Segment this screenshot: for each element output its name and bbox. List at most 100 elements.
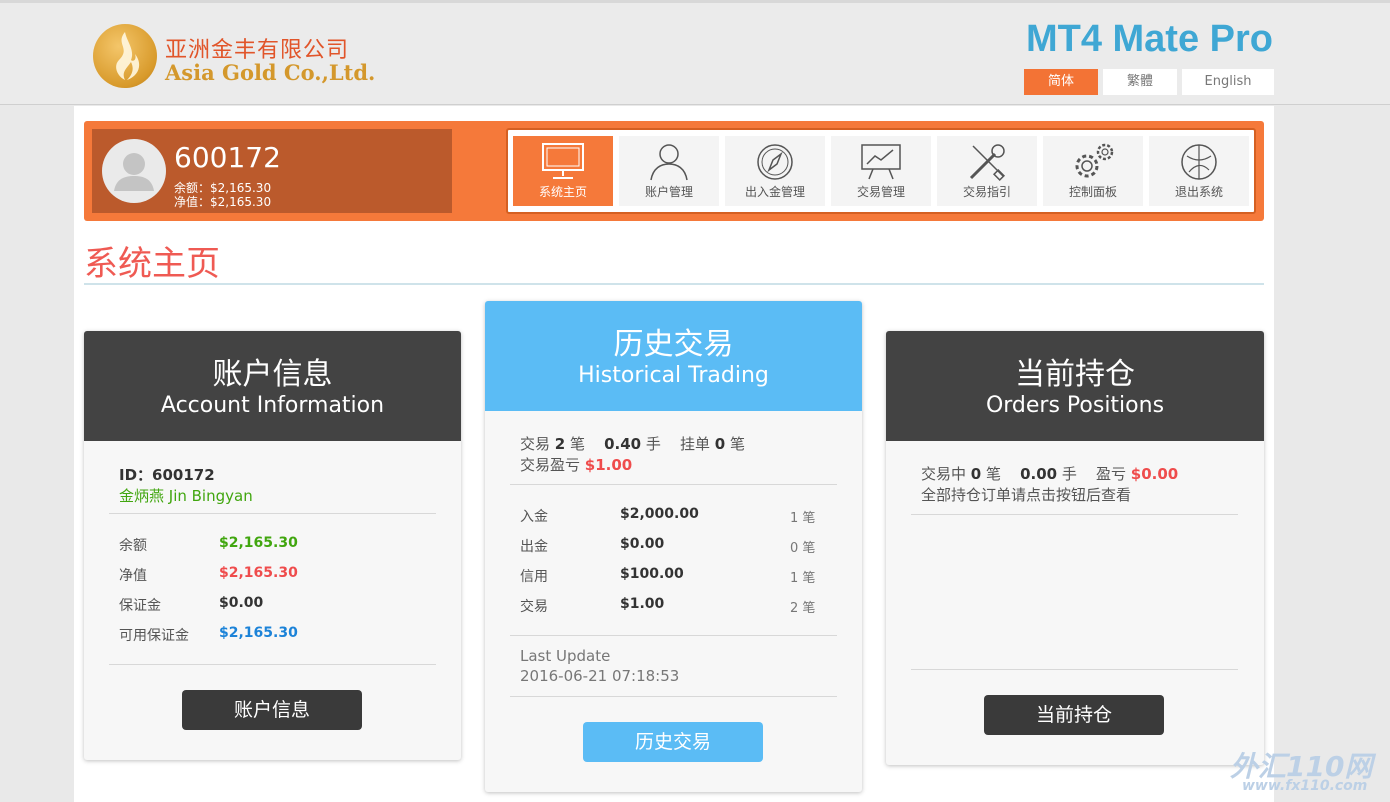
divider xyxy=(510,696,837,697)
user-icon xyxy=(650,144,688,181)
page-title: 系统主页 xyxy=(84,244,220,284)
history-card-header: 历史交易 Historical Trading xyxy=(485,301,862,411)
nav-account[interactable]: 账户管理 xyxy=(619,136,719,206)
pending-unit: 笔 xyxy=(730,435,746,453)
site-watermark-url: www.fx110.com xyxy=(1242,778,1368,794)
lots-value: 0.40 xyxy=(604,435,642,453)
history-card-title-cn: 历史交易 xyxy=(613,327,734,362)
trade-label: 交易 xyxy=(520,599,548,615)
account-id: ID：600172 xyxy=(119,466,215,484)
history-card: 历史交易 Historical Trading 交易 2 笔 0.40 手 挂单… xyxy=(485,301,862,792)
divider xyxy=(911,514,1238,515)
nav-trading-label: 交易管理 xyxy=(856,185,905,199)
pl-label: 交易盈亏 xyxy=(520,456,581,474)
open-unit: 笔 xyxy=(986,465,1002,483)
credit-label: 信用 xyxy=(520,569,548,585)
free-margin-label: 可用保证金 xyxy=(119,628,189,644)
chart-board-icon xyxy=(861,144,901,180)
nav-control-panel[interactable]: 控制面板 xyxy=(1043,136,1143,206)
trades-label: 交易 xyxy=(520,435,551,453)
nav-logout[interactable]: 退出系统 xyxy=(1149,136,1249,206)
browser-tab-strip xyxy=(0,0,1390,3)
account-holder-name: 金炳燕 Jin Bingyan xyxy=(119,487,253,505)
divider xyxy=(911,669,1238,670)
nav-guide[interactable]: 交易指引 xyxy=(937,136,1037,206)
account-info-button[interactable]: 账户信息 xyxy=(182,690,362,730)
history-pl-line: 交易盈亏 $1.00 xyxy=(520,454,632,475)
nav-account-label: 账户管理 xyxy=(644,185,693,199)
user-summary: 600172 余额：$2,165.30 净值：$2,165.30 xyxy=(92,129,452,213)
current-positions-button[interactable]: 当前持仓 xyxy=(984,695,1164,735)
open-pl-label: 盈亏 xyxy=(1096,465,1127,483)
pending-label: 挂单 xyxy=(680,435,711,453)
balance-value: $2,165.30 xyxy=(219,535,298,551)
deposit-value: $2,000.00 xyxy=(620,506,699,522)
history-trading-button[interactable]: 历史交易 xyxy=(583,722,763,762)
credit-value: $100.00 xyxy=(620,566,684,582)
account-card-title-cn: 账户信息 xyxy=(212,357,333,392)
account-card-title-en: Account Information xyxy=(160,393,385,418)
deposit-count: 1 笔 xyxy=(790,511,816,526)
withdraw-value: $0.00 xyxy=(620,536,665,552)
compass-icon xyxy=(757,144,793,180)
history-card-title-en: Historical Trading xyxy=(578,363,769,388)
app-title: MT4 Mate Pro xyxy=(1025,18,1273,60)
nav-funds-label: 出入金管理 xyxy=(744,185,805,199)
open-label: 交易中 xyxy=(921,465,967,483)
nav-logout-label: 退出系统 xyxy=(1174,185,1223,199)
nav-trading[interactable]: 交易管理 xyxy=(831,136,931,206)
positions-card-title-en: Orders Positions xyxy=(985,393,1165,418)
trade-count: 2 笔 xyxy=(790,601,816,616)
company-name-en: Asia Gold Co.,Ltd. xyxy=(165,60,376,85)
divider xyxy=(510,484,837,485)
nav-funds[interactable]: 出入金管理 xyxy=(725,136,825,206)
open-pl-value: $0.00 xyxy=(1130,465,1179,483)
withdraw-label: 出金 xyxy=(520,539,548,555)
trades-count: 2 xyxy=(554,435,566,453)
monitor-icon xyxy=(542,143,584,179)
lang-traditional-button[interactable]: 繁體 xyxy=(1103,69,1177,95)
nav-home-label: 系统主页 xyxy=(538,185,587,199)
account-number: 600172 xyxy=(174,141,281,174)
lots-unit: 手 xyxy=(645,435,661,453)
nav-control-panel-label: 控制面板 xyxy=(1068,185,1117,199)
balance-label: 余额 xyxy=(119,538,147,554)
margin-value: $0.00 xyxy=(219,595,264,611)
nav-home[interactable]: 系统主页 xyxy=(513,136,613,206)
open-count: 0 xyxy=(970,465,982,483)
open-lots: 0.00 xyxy=(1020,465,1058,483)
equity-line: 净值：$2,165.30 xyxy=(174,195,272,209)
pl-value: $1.00 xyxy=(584,456,633,474)
user-silhouette-icon xyxy=(114,153,154,191)
flame-logo-icon xyxy=(93,24,157,88)
open-lots-unit: 手 xyxy=(1061,465,1077,483)
positions-note: 全部持仓订单请点击按钮后查看 xyxy=(921,486,1132,504)
main-nav: 系统主页 账户管理 出入金管理 交易管理 交易指引 控制面板 退出系统 xyxy=(506,128,1256,214)
positions-card-title-cn: 当前持仓 xyxy=(1015,357,1135,392)
exit-icon xyxy=(1181,144,1217,180)
last-update-label: Last Update xyxy=(520,647,611,665)
divider xyxy=(109,513,436,514)
divider xyxy=(510,635,837,636)
account-info-card: 账户信息 Account Information ID：600172 金炳燕 J… xyxy=(84,331,461,760)
tools-icon xyxy=(969,144,1006,182)
top-header: 亚洲金丰有限公司 Asia Gold Co.,Ltd. MT4 Mate Pro… xyxy=(0,0,1390,105)
last-update-value: 2016-06-21 07:18:53 xyxy=(520,667,680,685)
user-nav-bar: 600172 余额：$2,165.30 净值：$2,165.30 系统主页 账户… xyxy=(84,121,1264,221)
positions-card-header: 当前持仓 Orders Positions xyxy=(886,331,1264,441)
company-logo[interactable]: 亚洲金丰有限公司 Asia Gold Co.,Ltd. xyxy=(93,22,375,92)
free-margin-value: $2,165.30 xyxy=(219,625,298,641)
trades-unit: 笔 xyxy=(570,435,586,453)
equity-label: 净值 xyxy=(119,568,147,584)
positions-card: 当前持仓 Orders Positions 交易中 0 笔 0.00 手 盈亏 … xyxy=(886,331,1264,765)
withdraw-count: 0 笔 xyxy=(790,541,816,556)
title-divider xyxy=(84,283,1264,285)
lang-simplified-button[interactable]: 简体 xyxy=(1024,69,1098,95)
credit-count: 1 笔 xyxy=(790,571,816,586)
nav-guide-label: 交易指引 xyxy=(962,185,1011,199)
equity-value: $2,165.30 xyxy=(219,565,298,581)
margin-label: 保证金 xyxy=(119,598,161,614)
avatar xyxy=(102,139,166,203)
lang-english-button[interactable]: English xyxy=(1182,69,1274,95)
account-card-header: 账户信息 Account Information xyxy=(84,331,461,441)
